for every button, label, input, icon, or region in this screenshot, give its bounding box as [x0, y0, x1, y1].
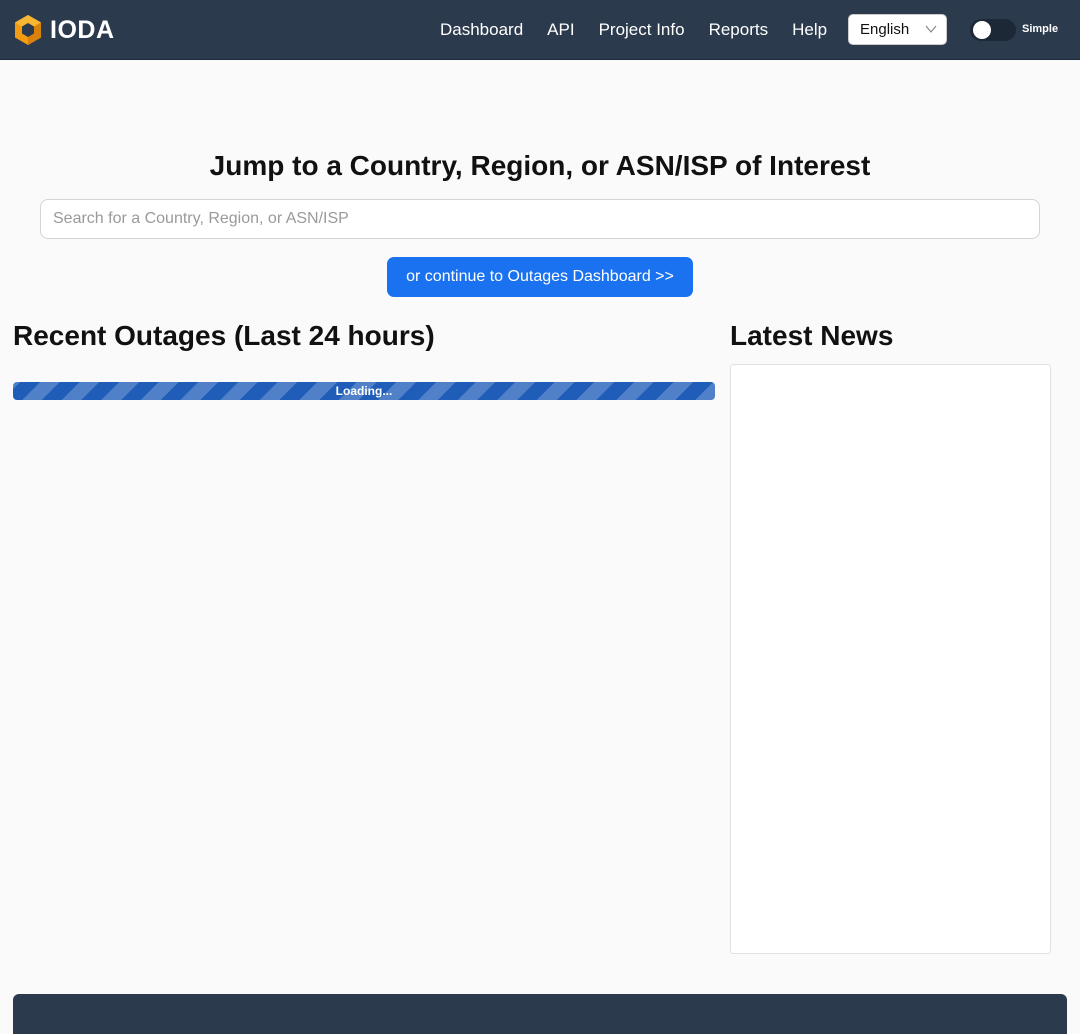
brand-logo-link[interactable]: IODA [14, 14, 115, 46]
loading-text: Loading... [335, 384, 393, 398]
language-select-value: English [860, 21, 910, 38]
nav-link-help[interactable]: Help [792, 19, 827, 41]
latest-news-title: Latest News [730, 320, 894, 351]
page-footer [13, 994, 1067, 1034]
recent-outages-title: Recent Outages (Last 24 hours) [13, 320, 435, 351]
search-input[interactable] [40, 199, 1040, 239]
top-navbar: IODA Dashboard API Project Info Reports … [0, 0, 1080, 60]
outages-dashboard-button[interactable]: or continue to Outages Dashboard >> [387, 257, 693, 297]
news-feed-panel [730, 364, 1051, 954]
brand-name: IODA [50, 15, 115, 44]
nav-link-reports[interactable]: Reports [709, 19, 769, 41]
main-nav: Dashboard API Project Info Reports Help [440, 19, 851, 41]
nav-link-project-info[interactable]: Project Info [599, 19, 685, 41]
language-select[interactable]: English [848, 14, 947, 45]
toggle-knob [973, 21, 991, 39]
loading-progress-bar: Loading... [13, 382, 715, 400]
simple-mode-label: Simple [1022, 23, 1059, 35]
chevron-down-icon [925, 25, 937, 33]
nav-link-api[interactable]: API [547, 19, 574, 41]
nav-link-dashboard[interactable]: Dashboard [440, 19, 523, 41]
ioda-cube-logo-icon [15, 15, 41, 45]
hero-title: Jump to a Country, Region, or ASN/ISP of… [209, 150, 871, 181]
simple-mode-toggle[interactable] [970, 19, 1016, 41]
